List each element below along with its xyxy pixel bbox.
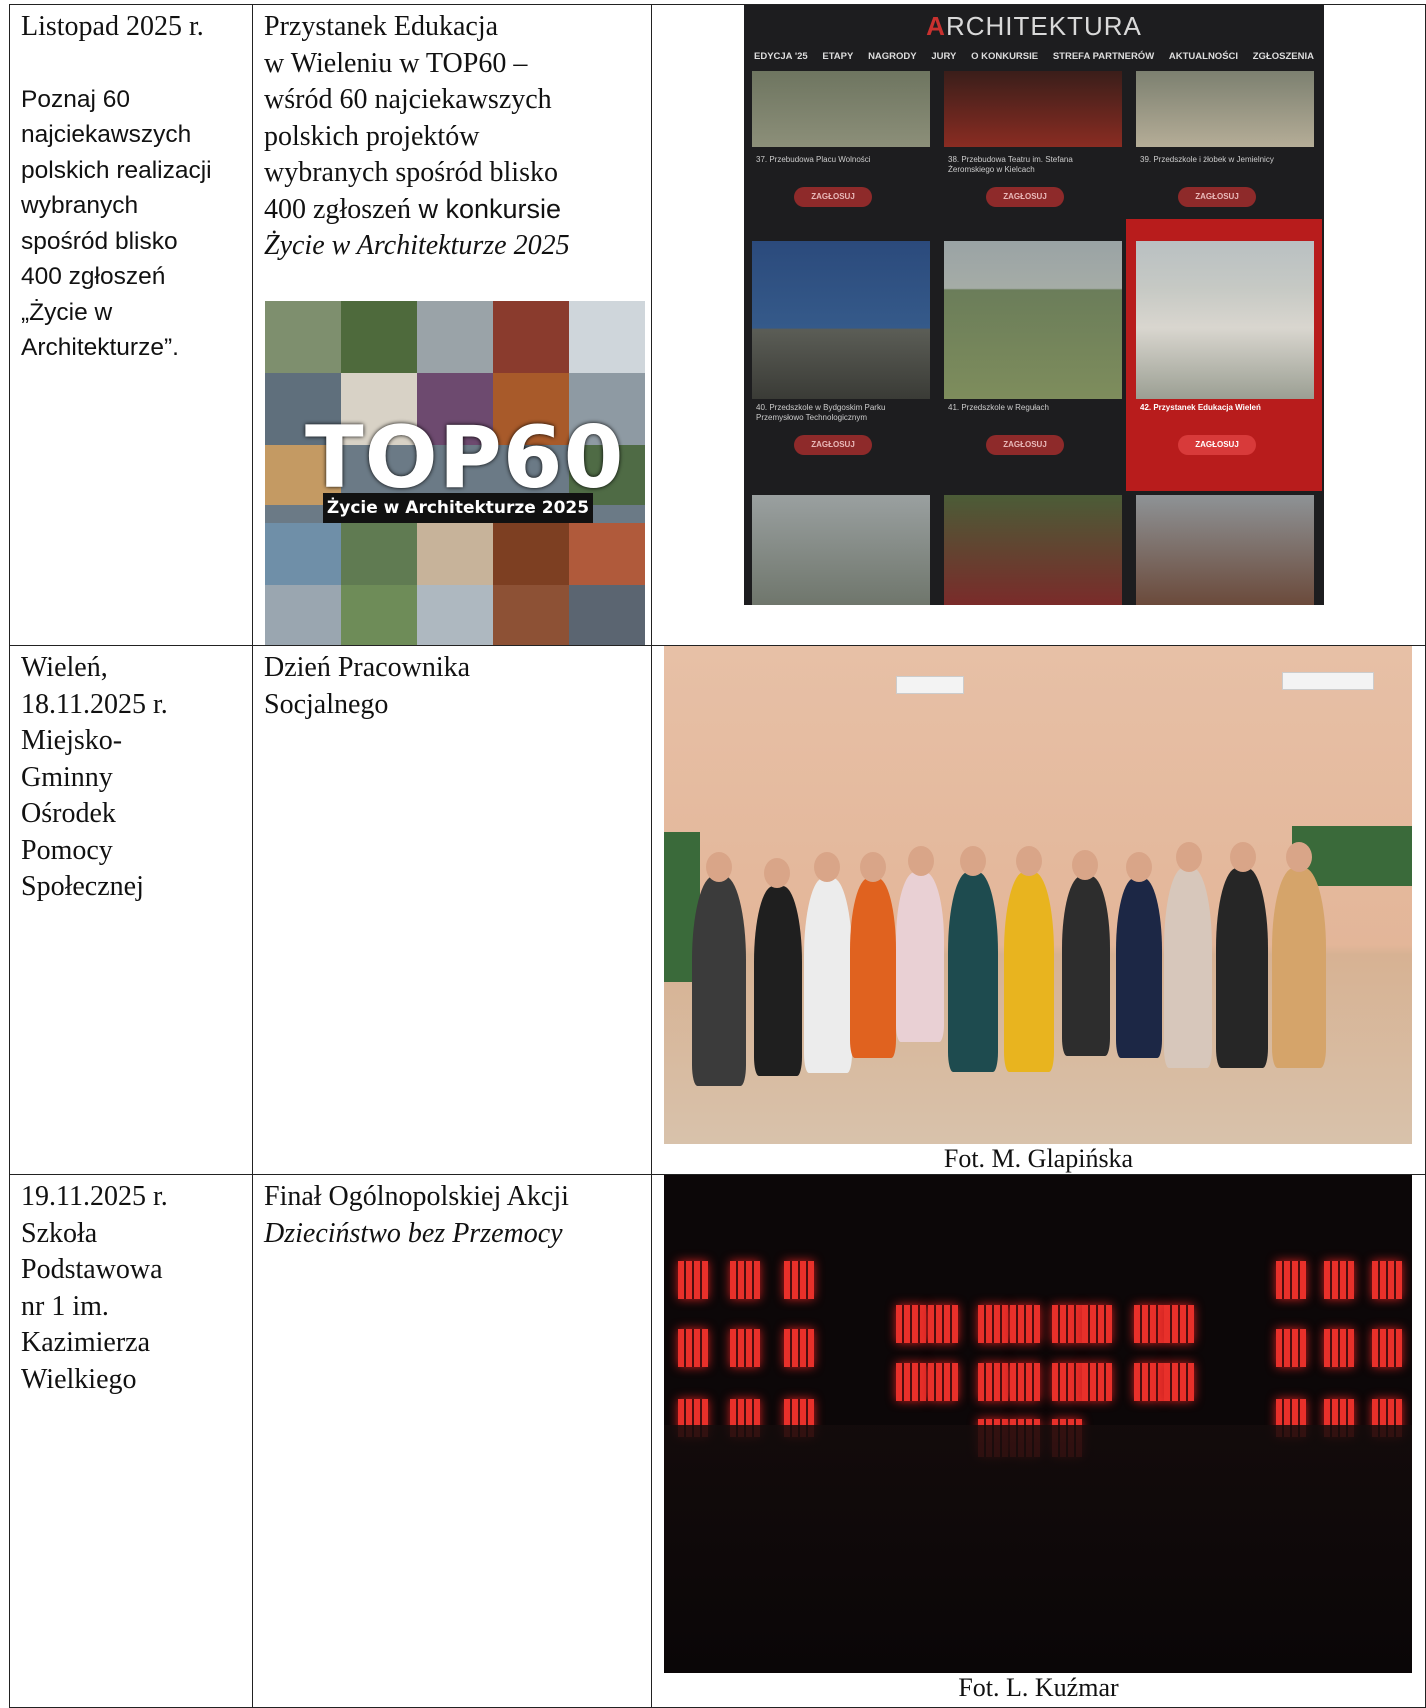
- date-text: 19.11.2025 r. Szkoła Podstawowa nr 1 im.…: [21, 1181, 168, 1395]
- image-cell: Fot. L. Kuźmar: [651, 1174, 1426, 1708]
- note-text: Poznaj 60 najciekawszych polskich realiz…: [21, 85, 212, 362]
- project-card: 38. Przebudowa Teatru im. Stefana Żeroms…: [944, 71, 1122, 211]
- date-cell: Wieleń, 18.11.2025 r. Miejsko- Gminny Oś…: [9, 645, 253, 1175]
- project-card: 40. Przedszkole w Bydgoskim Parku Przemy…: [752, 241, 930, 481]
- project-card-highlighted: 42. Przystanek Edukacja Wieleń ZAGŁOSUJ: [1136, 241, 1314, 481]
- event-text: Przystanek Edukacja w Wieleniu w TOP60 –…: [264, 11, 570, 261]
- group-photo: [664, 646, 1412, 1144]
- events-table: Listopad 2025 r. Poznaj 60 najciekawszyc…: [9, 4, 1426, 1708]
- architektura-logo: ARCHITEKTURA: [926, 11, 1142, 41]
- table-row: 19.11.2025 r. Szkoła Podstawowa nr 1 im.…: [9, 1174, 1426, 1708]
- photo-caption: Fot. M. Glapińska: [943, 1144, 1134, 1173]
- event-text: Finał Ogólnopolskiej Akcji Dzieciństwo b…: [264, 1181, 569, 1249]
- architektura-website-screenshot: ARCHITEKTURA EDYCJA '25 ETAPY NAGRODY JURY O…: [744, 5, 1324, 605]
- event-text: Dzień Pracownika Socjalnego: [264, 652, 471, 720]
- table-row: Wieleń, 18.11.2025 r. Miejsko- Gminny Oś…: [9, 645, 1426, 1175]
- photo-caption: Fot. L. Kuźmar: [958, 1673, 1119, 1702]
- site-nav: EDYCJA '25 ETAPY NAGRODY JURY O KONKURSIE STR…: [754, 51, 1314, 62]
- project-card: 39. Przedszkole i żłobek w Jemielnicy ZA…: [1136, 71, 1314, 211]
- event-cell: Dzień Pracownika Socjalnego: [252, 645, 652, 1175]
- image-cell: ARCHITEKTURA EDYCJA '25 ETAPY NAGRODY JURY O…: [651, 4, 1426, 646]
- project-card: 41. Przedszkole w Regułach ZAGŁOSUJ: [944, 241, 1122, 481]
- date-cell: Listopad 2025 r. Poznaj 60 najciekawszyc…: [9, 4, 253, 646]
- date-cell: 19.11.2025 r. Szkoła Podstawowa nr 1 im.…: [9, 1174, 253, 1708]
- date-text: Listopad 2025 r.: [21, 11, 204, 42]
- collage-subtitle: Życie w Architekturze 2025: [323, 493, 593, 523]
- table-row: Listopad 2025 r. Poznaj 60 najciekawszyc…: [9, 4, 1426, 646]
- top60-collage-image: TOP60 Życie w Architekturze 2025: [265, 301, 645, 645]
- date-text: Wieleń, 18.11.2025 r. Miejsko- Gminny Oś…: [21, 652, 168, 902]
- event-cell: Finał Ogólnopolskiej Akcji Dzieciństwo b…: [252, 1174, 652, 1708]
- collage-title: TOP60: [305, 408, 625, 508]
- image-cell: Fot. M. Glapińska: [651, 645, 1426, 1175]
- night-school-photo: [664, 1175, 1412, 1673]
- event-cell: Przystanek Edukacja w Wieleniu w TOP60 –…: [252, 4, 652, 646]
- project-card: 37. Przebudowa Placu Wolności ZAGŁOSUJ: [752, 71, 930, 211]
